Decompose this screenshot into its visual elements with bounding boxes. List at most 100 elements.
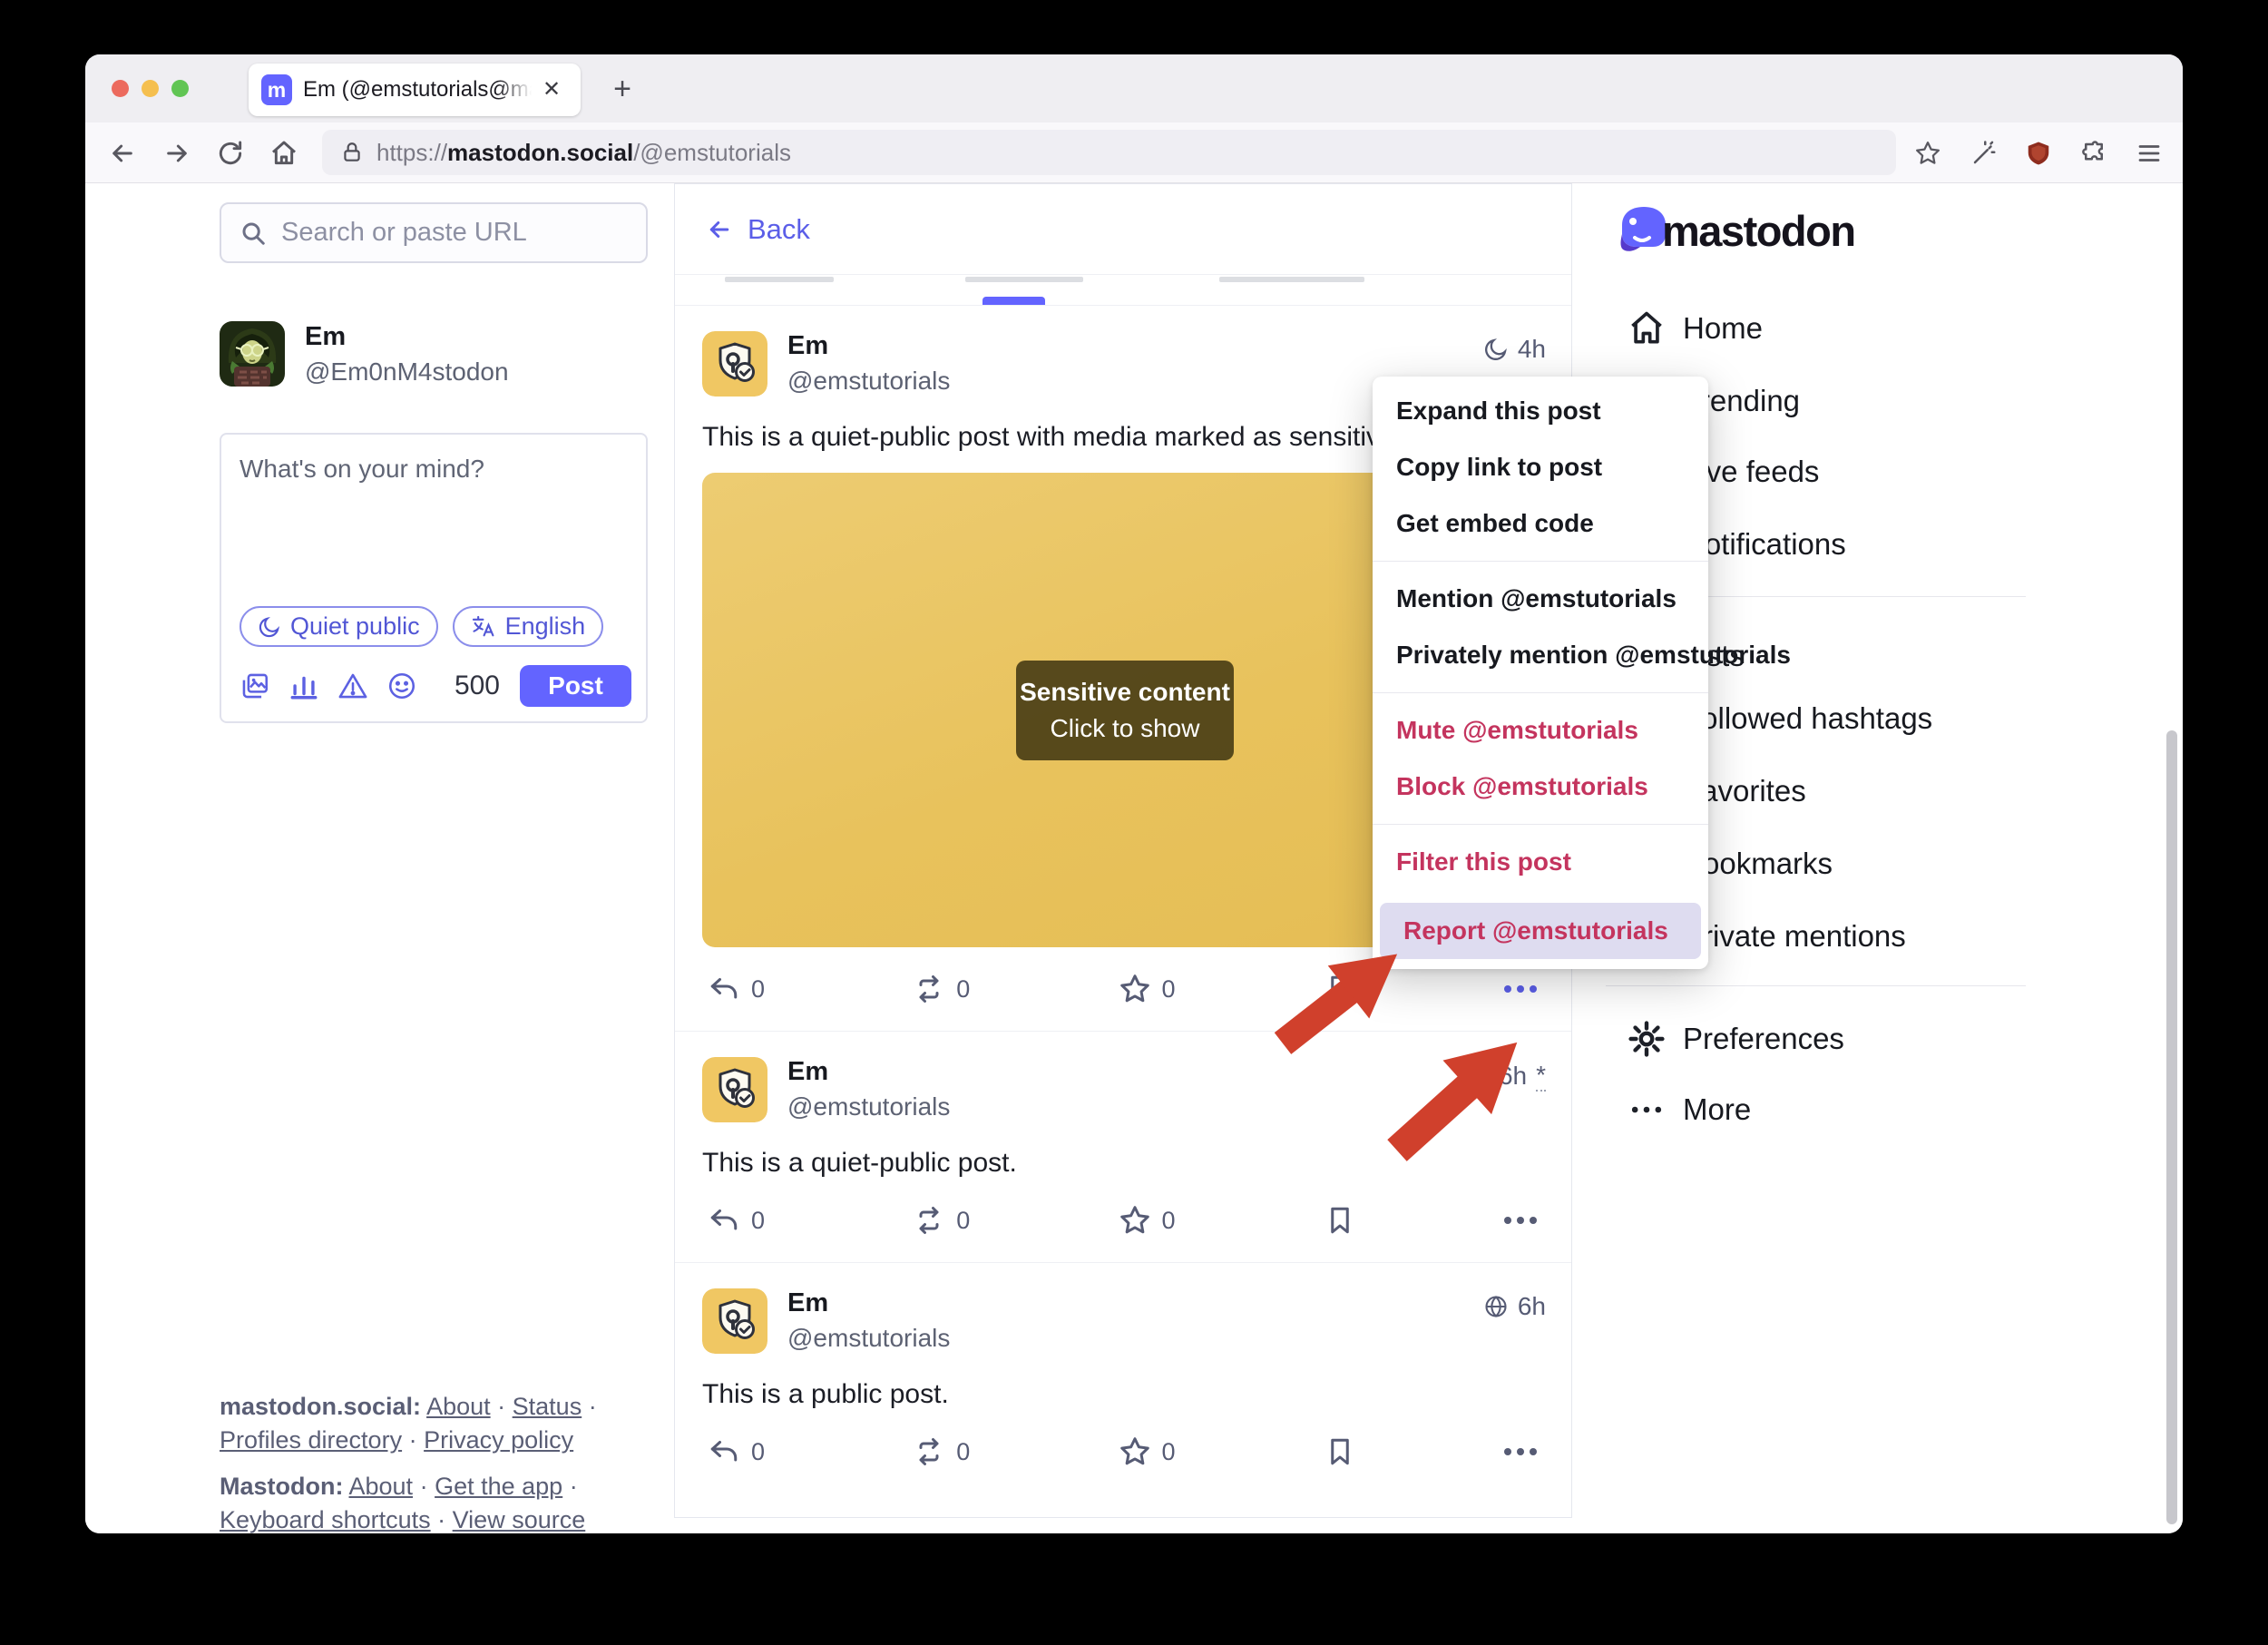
footer-link-mastodon-about[interactable]: About bbox=[349, 1473, 414, 1500]
post-author-handle[interactable]: @emstutorials bbox=[787, 1324, 950, 1353]
menu-item-mention[interactable]: Mention @emstutorials bbox=[1373, 571, 1708, 627]
quiet-public-moon-icon bbox=[258, 615, 281, 639]
app-menu-button[interactable] bbox=[2128, 132, 2170, 174]
privacy-dropdown[interactable]: Quiet public bbox=[240, 606, 438, 647]
post-author-handle[interactable]: @emstutorials bbox=[787, 367, 950, 396]
post-timestamp[interactable]: 6h * bbox=[1464, 1061, 1546, 1092]
avatar[interactable] bbox=[702, 331, 767, 397]
privacy-label: Quiet public bbox=[290, 612, 420, 641]
avatar[interactable] bbox=[702, 1288, 767, 1354]
active-tab-indicator bbox=[982, 297, 1045, 305]
home-button[interactable] bbox=[263, 132, 305, 174]
gear-icon bbox=[1627, 1019, 1667, 1059]
new-tab-button[interactable]: + bbox=[604, 71, 640, 107]
language-dropdown[interactable]: English bbox=[453, 606, 604, 647]
tab-close-icon[interactable]: ✕ bbox=[543, 79, 561, 101]
star-icon bbox=[1119, 1435, 1151, 1468]
post-options-menu: Expand this post Copy link to post Get e… bbox=[1373, 377, 1708, 969]
reply-button[interactable]: 0 bbox=[708, 1204, 765, 1237]
sensitive-content-overlay[interactable]: Sensitive content Click to show bbox=[1016, 661, 1234, 760]
search-input[interactable]: Search or paste URL bbox=[220, 202, 648, 263]
menu-item-mute[interactable]: Mute @emstutorials bbox=[1373, 702, 1708, 759]
traffic-zoom-button[interactable] bbox=[171, 80, 189, 97]
bookmark-page-button[interactable] bbox=[1907, 132, 1949, 174]
sidebar-item-preferences[interactable]: Preferences bbox=[1627, 1013, 1844, 1064]
lock-icon bbox=[340, 141, 364, 164]
profile-tabs-scrolled bbox=[675, 275, 1571, 306]
favorite-button[interactable]: 0 bbox=[1119, 1435, 1176, 1468]
favorite-button[interactable]: 0 bbox=[1119, 1204, 1176, 1237]
hamburger-menu-icon bbox=[2136, 140, 2163, 167]
bookmark-button[interactable] bbox=[1324, 1435, 1356, 1468]
avatar[interactable] bbox=[702, 1057, 767, 1122]
extensions-button[interactable] bbox=[2073, 132, 2115, 174]
attach-media-icon[interactable] bbox=[240, 671, 270, 701]
profile-handle: @Em0nM4stodon bbox=[305, 357, 509, 387]
menu-item-embed[interactable]: Get embed code bbox=[1373, 495, 1708, 552]
avatar bbox=[220, 321, 285, 387]
post-author-name[interactable]: Em bbox=[787, 331, 950, 361]
favorite-button[interactable]: 0 bbox=[1119, 973, 1176, 1005]
translate-icon bbox=[471, 614, 496, 640]
bookmark-button[interactable] bbox=[1324, 973, 1356, 1005]
post-options-button[interactable] bbox=[1504, 985, 1537, 993]
profile-display-name: Em bbox=[305, 322, 509, 352]
footer-link-get-the-app[interactable]: Get the app bbox=[435, 1473, 562, 1500]
footer-link-privacy-policy[interactable]: Privacy policy bbox=[424, 1426, 573, 1454]
reload-button[interactable] bbox=[210, 132, 251, 174]
boost-button[interactable]: 0 bbox=[913, 973, 970, 1005]
scrollbar-thumb[interactable] bbox=[2166, 730, 2177, 1524]
footer-link-about[interactable]: About bbox=[426, 1393, 491, 1420]
post-author-handle[interactable]: @emstutorials bbox=[787, 1092, 950, 1121]
menu-item-report[interactable]: Report @emstutorials bbox=[1380, 903, 1701, 959]
post-timestamp[interactable]: 4h bbox=[1483, 335, 1546, 364]
edited-indicator[interactable]: * bbox=[1536, 1061, 1546, 1092]
post-author-name[interactable]: Em bbox=[787, 1288, 950, 1318]
emoji-picker-icon[interactable] bbox=[386, 671, 417, 701]
post-button[interactable]: Post bbox=[520, 665, 631, 707]
compose-form[interactable]: What's on your mind? Quiet public Englis… bbox=[220, 433, 648, 723]
ublock-extension-button[interactable] bbox=[2018, 132, 2059, 174]
boost-button[interactable]: 0 bbox=[913, 1204, 970, 1237]
traffic-minimize-button[interactable] bbox=[142, 80, 159, 97]
post-quiet-public: Em @emstutorials 6h * This is a quiet-pu… bbox=[675, 1032, 1571, 1263]
post-author-name[interactable]: Em bbox=[787, 1057, 950, 1087]
menu-item-copy-link[interactable]: Copy link to post bbox=[1373, 439, 1708, 495]
bookmark-button[interactable] bbox=[1324, 1204, 1356, 1237]
extension-wand-button[interactable] bbox=[1963, 132, 2005, 174]
forward-arrow-icon bbox=[162, 139, 191, 168]
search-placeholder: Search or paste URL bbox=[281, 218, 527, 248]
reload-icon bbox=[216, 139, 245, 168]
reply-button[interactable]: 0 bbox=[708, 973, 765, 1005]
browser-toolbar: https://mastodon.social/@emstutorials bbox=[85, 122, 2183, 183]
footer-link-status[interactable]: Status bbox=[513, 1393, 582, 1420]
sidebar-item-more[interactable]: More bbox=[1627, 1084, 1751, 1135]
sensitive-content-subtitle: Click to show bbox=[1051, 714, 1200, 743]
forward-button[interactable] bbox=[156, 132, 198, 174]
traffic-close-button[interactable] bbox=[112, 80, 129, 97]
menu-item-filter[interactable]: Filter this post bbox=[1373, 834, 1708, 890]
back-button[interactable] bbox=[102, 132, 143, 174]
footer-link-keyboard-shortcuts[interactable]: Keyboard shortcuts bbox=[220, 1506, 431, 1533]
url-bar[interactable]: https://mastodon.social/@emstutorials bbox=[322, 130, 1896, 175]
star-icon bbox=[1914, 140, 1941, 167]
browser-tab[interactable]: m Em (@emstutorials@mastodon.s ✕ bbox=[249, 64, 581, 116]
post-options-button[interactable] bbox=[1504, 1448, 1537, 1455]
sidebar-item-home[interactable]: Home bbox=[1627, 303, 1763, 354]
back-link[interactable]: Back bbox=[675, 184, 1571, 275]
post-options-button[interactable] bbox=[1504, 1217, 1537, 1224]
current-user-profile[interactable]: Em @Em0nM4stodon bbox=[220, 321, 509, 387]
mastodon-footer-links: Mastodon: About · Get the app · Keyboard… bbox=[220, 1470, 628, 1533]
browser-tab-strip: m Em (@emstutorials@mastodon.s ✕ + bbox=[85, 54, 2183, 122]
content-warning-icon[interactable] bbox=[337, 671, 368, 701]
reply-button[interactable]: 0 bbox=[708, 1435, 765, 1468]
add-poll-icon[interactable] bbox=[288, 671, 319, 701]
mastodon-logo[interactable]: mastodon bbox=[1615, 201, 1855, 259]
menu-item-block[interactable]: Block @emstutorials bbox=[1373, 759, 1708, 815]
post-timestamp[interactable]: 6h bbox=[1483, 1292, 1546, 1321]
quiet-public-moon-icon bbox=[1483, 337, 1509, 362]
menu-item-private-mention[interactable]: Privately mention @emstutorials bbox=[1373, 627, 1708, 683]
menu-item-expand-post[interactable]: Expand this post bbox=[1373, 383, 1708, 439]
footer-link-profiles-directory[interactable]: Profiles directory bbox=[220, 1426, 402, 1454]
boost-button[interactable]: 0 bbox=[913, 1435, 970, 1468]
